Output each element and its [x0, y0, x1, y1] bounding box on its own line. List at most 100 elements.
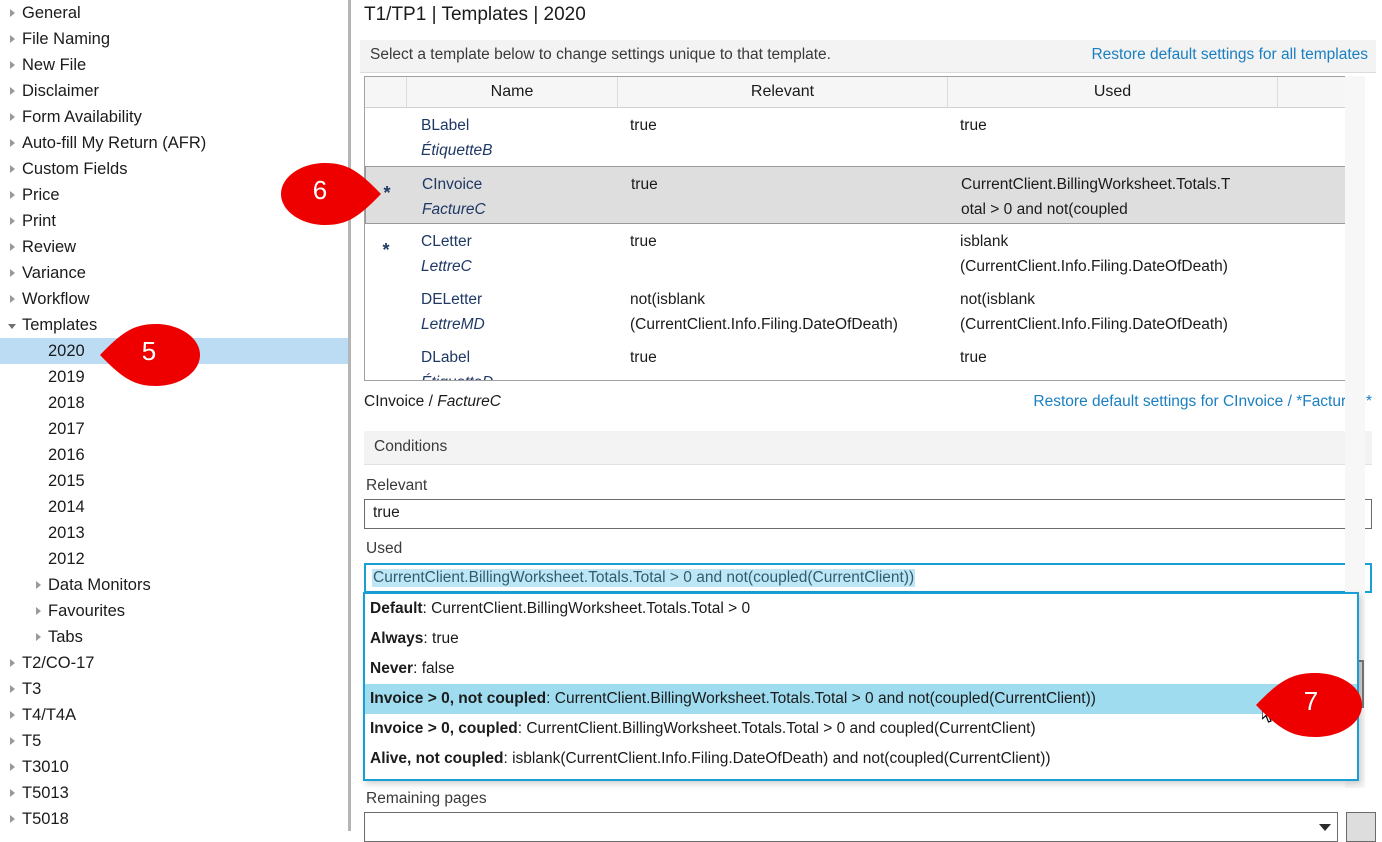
sidebar-item-variance[interactable]: Variance	[0, 260, 348, 286]
sidebar-item-t4-t4a[interactable]: T4/T4A	[0, 702, 348, 728]
template-name-en: DLabel	[421, 349, 471, 366]
dropdown-option[interactable]: Default: CurrentClient.BillingWorksheet.…	[365, 594, 1357, 624]
sidebar-item-t3010[interactable]: T3010	[0, 754, 348, 780]
chevron-right-icon[interactable]	[4, 702, 20, 728]
sidebar-item-2012[interactable]: 2012	[0, 546, 348, 572]
sidebar-item-label: Workflow	[22, 290, 90, 308]
sidebar-item-label: Data Monitors	[48, 576, 151, 594]
dropdown-option[interactable]: Never: false	[365, 654, 1357, 684]
restore-template-defaults-link[interactable]: Restore default settings for CInvoice / …	[1033, 393, 1372, 411]
remaining-pages-combobox[interactable]	[364, 812, 1338, 842]
chevron-down-icon[interactable]	[1319, 824, 1331, 831]
remaining-pages-browse-button[interactable]	[1346, 812, 1376, 842]
sidebar-item-general[interactable]: General	[0, 0, 348, 26]
chevron-right-icon[interactable]	[30, 572, 46, 598]
dropdown-option-expression: : false	[413, 660, 455, 677]
relevant-line-1: not(isblank	[630, 291, 705, 308]
chevron-right-icon[interactable]	[4, 26, 20, 52]
sidebar-item-tabs[interactable]: Tabs	[0, 624, 348, 650]
sidebar-item-file-naming[interactable]: File Naming	[0, 26, 348, 52]
sidebar-item-data-monitors[interactable]: Data Monitors	[0, 572, 348, 598]
sidebar-item-label: Custom Fields	[22, 160, 128, 178]
sidebar-item-t5013[interactable]: T5013	[0, 780, 348, 806]
dropdown-option[interactable]: Invoice > 0, not coupled: CurrentClient.…	[365, 684, 1357, 714]
restore-all-templates-link[interactable]: Restore default settings for all templat…	[1091, 46, 1368, 64]
chevron-right-icon[interactable]	[4, 676, 20, 702]
chevron-right-icon[interactable]	[4, 0, 20, 26]
table-header-row: Name Relevant Used	[365, 77, 1363, 108]
table-row[interactable]: BLabel ÉtiquetteB true true	[365, 108, 1346, 166]
sidebar-item-label: 2014	[48, 498, 85, 516]
dropdown-option[interactable]: Invoice > 0, coupled: CurrentClient.Bill…	[365, 714, 1357, 744]
column-header-name[interactable]: Name	[407, 77, 618, 107]
used-condition-dropdown-list[interactable]: Default: CurrentClient.BillingWorksheet.…	[363, 592, 1359, 781]
sidebar-item-label: 2012	[48, 550, 85, 568]
chevron-right-icon[interactable]	[4, 780, 20, 806]
dropdown-option-expression: : isblank(CurrentClient.Info.Filing.Date…	[503, 750, 1051, 767]
relevant-combobox[interactable]: true	[364, 499, 1372, 529]
chevron-right-icon[interactable]	[4, 728, 20, 754]
sidebar-item-label: Price	[22, 186, 60, 204]
sidebar-item-label: Variance	[22, 264, 86, 282]
sidebar-item-t2-co-17[interactable]: T2/CO-17	[0, 650, 348, 676]
sidebar-item-label: T5	[22, 732, 42, 750]
sidebar-item-label: T3010	[22, 758, 69, 776]
sidebar-item-label: Templates	[22, 316, 98, 334]
table-row[interactable]: DELetter LettreMD not(isblank (CurrentClien…	[365, 282, 1346, 340]
sidebar-item-label: Review	[22, 238, 77, 256]
chevron-right-icon[interactable]	[30, 624, 46, 650]
sidebar-item-2017[interactable]: 2017	[0, 416, 348, 442]
chevron-right-icon[interactable]	[4, 754, 20, 780]
chevron-right-icon[interactable]	[4, 182, 20, 208]
chevron-right-icon[interactable]	[30, 598, 46, 624]
sidebar-item-2015[interactable]: 2015	[0, 468, 348, 494]
chevron-right-icon[interactable]	[4, 260, 20, 286]
sidebar-item-t5018[interactable]: T5018	[0, 806, 348, 831]
chevron-right-icon[interactable]	[4, 78, 20, 104]
sidebar-item-2018[interactable]: 2018	[0, 390, 348, 416]
table-body[interactable]: BLabel ÉtiquetteB true true * CInvoice Facture…	[365, 108, 1346, 380]
column-header-used[interactable]: Used	[948, 77, 1278, 107]
sidebar-item-2013[interactable]: 2013	[0, 520, 348, 546]
sidebar-item-form-availability[interactable]: Form Availability	[0, 104, 348, 130]
dropdown-option[interactable]: Alive, not coupled: isblank(CurrentClien…	[365, 744, 1357, 774]
sidebar-item-t3[interactable]: T3	[0, 676, 348, 702]
dropdown-option-name: Invoice > 0, coupled	[370, 720, 518, 737]
sidebar-item-favourites[interactable]: Favourites	[0, 598, 348, 624]
chevron-right-icon[interactable]	[4, 650, 20, 676]
chevron-down-icon[interactable]	[4, 312, 20, 338]
used-combobox[interactable]: CurrentClient.BillingWorksheet.Totals.To…	[364, 563, 1372, 593]
sidebar-item-2016[interactable]: 2016	[0, 442, 348, 468]
chevron-right-icon[interactable]	[4, 130, 20, 156]
dropdown-option-name: Never	[370, 660, 414, 677]
dropdown-option-name: Always	[370, 630, 424, 647]
used-line-1: true	[960, 117, 987, 134]
chevron-right-icon[interactable]	[4, 104, 20, 130]
chevron-right-icon[interactable]	[4, 52, 20, 78]
sidebar-item-review[interactable]: Review	[0, 234, 348, 260]
sidebar-item-auto-fill-my-return-afr[interactable]: Auto-fill My Return (AFR)	[0, 130, 348, 156]
chevron-right-icon[interactable]	[4, 208, 20, 234]
sidebar-item-workflow[interactable]: Workflow	[0, 286, 348, 312]
settings-tree-sidebar[interactable]: General File Naming New File Disclaimer Form…	[0, 0, 348, 831]
table-row[interactable]: DLabel ÉtiquetteD true true	[365, 340, 1346, 380]
table-row[interactable]: * CLetter LettreC true isblank (CurrentClient…	[365, 224, 1346, 282]
column-header-relevant[interactable]: Relevant	[618, 77, 948, 107]
sidebar-item-label: 2016	[48, 446, 85, 464]
cell-relevant: true	[618, 340, 948, 380]
sidebar-item-2014[interactable]: 2014	[0, 494, 348, 520]
relevant-line-1: true	[630, 117, 657, 134]
templates-table[interactable]: Name Relevant Used BLabel ÉtiquetteB true t…	[364, 76, 1364, 381]
sidebar-item-new-file[interactable]: New File	[0, 52, 348, 78]
chevron-right-icon[interactable]	[4, 234, 20, 260]
dropdown-option[interactable]: Always: true	[365, 624, 1357, 654]
sidebar-item-disclaimer[interactable]: Disclaimer	[0, 78, 348, 104]
template-name-fr: ÉtiquetteD	[421, 370, 618, 380]
chevron-right-icon[interactable]	[4, 156, 20, 182]
sidebar-item-t5[interactable]: T5	[0, 728, 348, 754]
table-row[interactable]: * CInvoice FactureC true CurrentClient.Billi…	[365, 166, 1346, 224]
column-header-marker[interactable]	[365, 77, 407, 107]
chevron-right-icon[interactable]	[4, 806, 20, 831]
used-line-1: isblank	[960, 233, 1009, 250]
chevron-right-icon[interactable]	[4, 286, 20, 312]
